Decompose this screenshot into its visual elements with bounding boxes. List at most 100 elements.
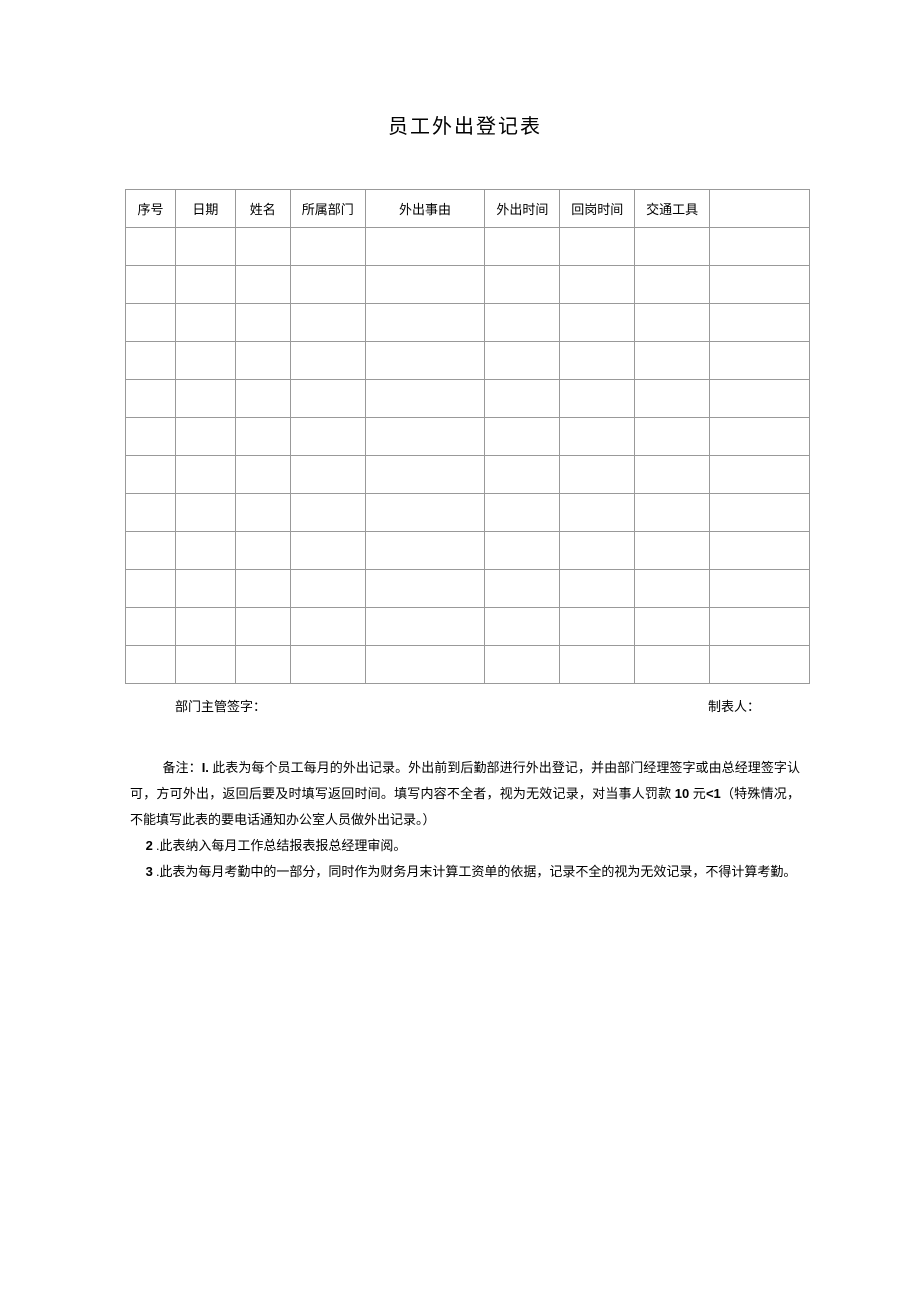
cell-extra <box>710 532 810 570</box>
table-header-row: 序号 日期 姓名 所属部门 外出事由 外出时间 回岗时间 交通工具 <box>126 190 810 228</box>
note-1-label: I. <box>202 760 209 775</box>
cell-reason <box>365 342 485 380</box>
cell-name <box>235 570 290 608</box>
note-1-lt: <1 <box>706 786 721 801</box>
cell-back <box>560 570 635 608</box>
table-row <box>126 608 810 646</box>
header-out-time: 外出时间 <box>485 190 560 228</box>
cell-extra <box>710 646 810 684</box>
table-row <box>126 646 810 684</box>
cell-extra <box>710 228 810 266</box>
cell-out <box>485 380 560 418</box>
cell-reason <box>365 380 485 418</box>
cell-reason <box>365 228 485 266</box>
cell-name <box>235 608 290 646</box>
cell-date <box>175 304 235 342</box>
header-back-time: 回岗时间 <box>560 190 635 228</box>
registration-table: 序号 日期 姓名 所属部门 外出事由 外出时间 回岗时间 交通工具 <box>125 189 810 684</box>
cell-date <box>175 494 235 532</box>
table-row <box>126 228 810 266</box>
cell-reason <box>365 608 485 646</box>
cell-seq <box>126 608 176 646</box>
cell-trans <box>635 494 710 532</box>
cell-extra <box>710 608 810 646</box>
cell-extra <box>710 266 810 304</box>
cell-dept <box>290 266 365 304</box>
header-date: 日期 <box>175 190 235 228</box>
cell-name <box>235 380 290 418</box>
cell-trans <box>635 418 710 456</box>
cell-trans <box>635 608 710 646</box>
cell-reason <box>365 494 485 532</box>
note-2: 2 .此表纳入每月工作总结报表报总经理审阅。 <box>130 833 800 859</box>
page-title: 员工外出登记表 <box>130 110 800 139</box>
cell-back <box>560 304 635 342</box>
cell-name <box>235 342 290 380</box>
cell-date <box>175 266 235 304</box>
cell-extra <box>710 494 810 532</box>
cell-back <box>560 266 635 304</box>
note-prefix: 备注： <box>163 760 202 775</box>
cell-dept <box>290 418 365 456</box>
cell-extra <box>710 456 810 494</box>
cell-back <box>560 494 635 532</box>
cell-reason <box>365 570 485 608</box>
cell-reason <box>365 532 485 570</box>
cell-date <box>175 380 235 418</box>
cell-back <box>560 228 635 266</box>
cell-trans <box>635 456 710 494</box>
cell-reason <box>365 646 485 684</box>
cell-dept <box>290 570 365 608</box>
cell-date <box>175 608 235 646</box>
cell-extra <box>710 570 810 608</box>
cell-out <box>485 418 560 456</box>
cell-extra <box>710 380 810 418</box>
cell-back <box>560 342 635 380</box>
cell-back <box>560 456 635 494</box>
cell-date <box>175 646 235 684</box>
cell-seq <box>126 418 176 456</box>
cell-trans <box>635 266 710 304</box>
preparer-signature-label: 制表人： <box>708 696 760 715</box>
cell-name <box>235 228 290 266</box>
cell-dept <box>290 342 365 380</box>
table-row <box>126 380 810 418</box>
cell-reason <box>365 304 485 342</box>
cell-back <box>560 608 635 646</box>
signature-row: 部门主管签字： 制表人： <box>130 696 800 715</box>
table-row <box>126 456 810 494</box>
cell-date <box>175 532 235 570</box>
header-dept: 所属部门 <box>290 190 365 228</box>
cell-trans <box>635 342 710 380</box>
cell-dept <box>290 532 365 570</box>
cell-out <box>485 228 560 266</box>
cell-date <box>175 228 235 266</box>
cell-date <box>175 418 235 456</box>
note-3: 3 .此表为每月考勤中的一部分，同时作为财务月末计算工资单的依据，记录不全的视为… <box>130 859 800 885</box>
cell-out <box>485 570 560 608</box>
table-row <box>126 532 810 570</box>
cell-out <box>485 342 560 380</box>
cell-dept <box>290 228 365 266</box>
cell-name <box>235 646 290 684</box>
cell-back <box>560 418 635 456</box>
cell-seq <box>126 456 176 494</box>
cell-seq <box>126 570 176 608</box>
note-3-label: 3 <box>146 864 153 879</box>
cell-back <box>560 532 635 570</box>
cell-out <box>485 494 560 532</box>
cell-dept <box>290 608 365 646</box>
cell-back <box>560 646 635 684</box>
cell-name <box>235 266 290 304</box>
cell-trans <box>635 646 710 684</box>
table-row <box>126 418 810 456</box>
cell-trans <box>635 380 710 418</box>
supervisor-signature-label: 部门主管签字： <box>175 696 708 715</box>
header-extra <box>710 190 810 228</box>
note-2-text: .此表纳入每月工作总结报表报总经理审阅。 <box>153 838 407 853</box>
cell-dept <box>290 646 365 684</box>
cell-trans <box>635 228 710 266</box>
note-1: 备注：I. 此表为每个员工每月的外出记录。外出前到后勤部进行外出登记，并由部门经… <box>130 755 800 833</box>
note-3-text: .此表为每月考勤中的一部分，同时作为财务月末计算工资单的依据，记录不全的视为无效… <box>153 864 797 879</box>
table-row <box>126 342 810 380</box>
